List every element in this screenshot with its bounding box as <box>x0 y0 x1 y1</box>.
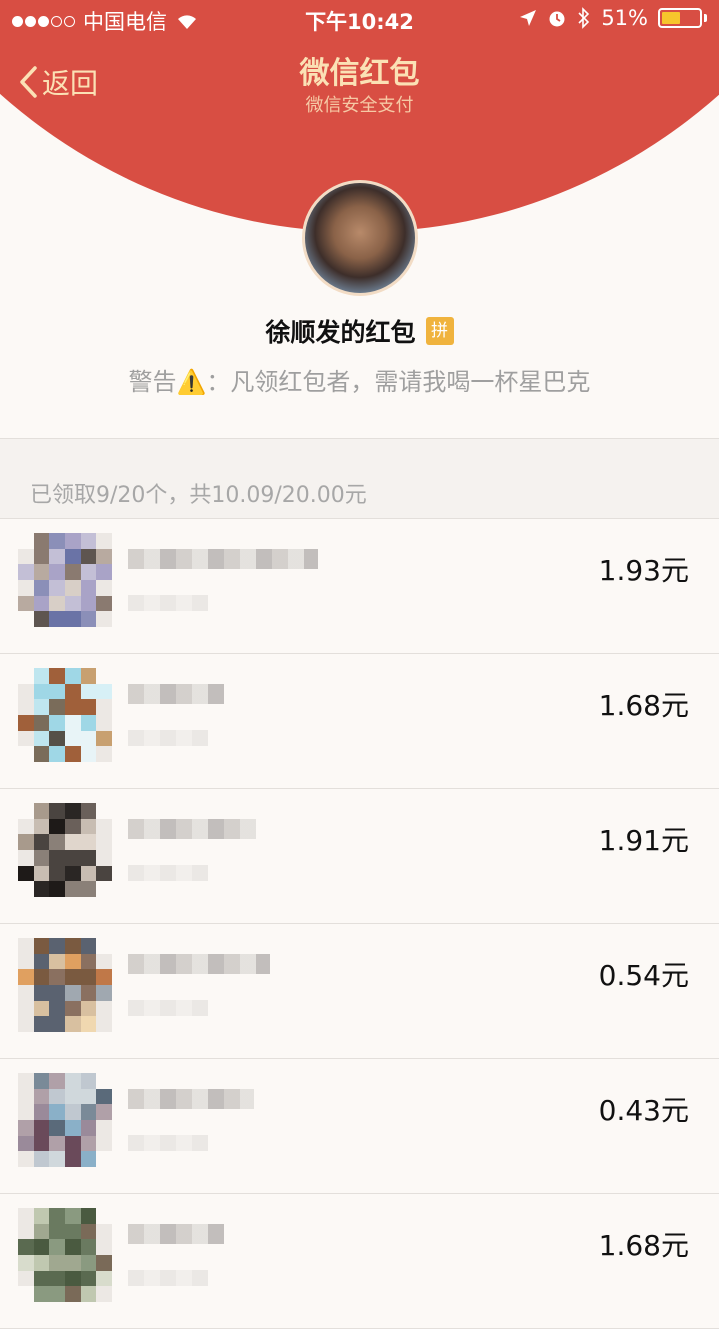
recipient-name-redacted <box>128 549 318 569</box>
recipient-avatar <box>18 1208 112 1302</box>
recipient-time-redacted <box>128 1270 208 1286</box>
battery-icon <box>658 8 702 28</box>
status-bar: 中国电信 下午10:42 51% <box>0 0 719 40</box>
alarm-icon <box>549 11 565 27</box>
claim-summary: 已领取9/20个，共10.09/20.00元 <box>30 483 367 508</box>
battery-percent: 51% <box>601 6 648 30</box>
sender-label: 徐顺发的红包 <box>265 318 416 347</box>
page-title: 微信红包 <box>299 56 420 91</box>
recipient-time-redacted <box>128 1000 208 1016</box>
recipient-avatar <box>18 938 112 1032</box>
recipient-name-redacted <box>128 1089 254 1109</box>
recipient-amount: 1.93元 <box>598 554 689 587</box>
battery-cap <box>704 14 707 22</box>
recipient-amount: 1.68元 <box>598 689 689 722</box>
recipient-name-redacted <box>128 819 256 839</box>
list-item[interactable]: 1.91元 <box>0 789 719 924</box>
group-badge: 拼 <box>425 317 454 345</box>
greeting-message: 警告⚠️：凡领红包者，需请我喝一杯星巴克 <box>128 368 591 396</box>
recipient-amount: 1.91元 <box>598 824 689 857</box>
recipient-time-redacted <box>128 595 208 611</box>
recipient-amount: 1.68元 <box>598 1229 689 1262</box>
recipient-name-redacted <box>128 1224 224 1244</box>
status-bar-right: 51% <box>519 6 707 30</box>
sender-title: 徐顺发的红包 拼 <box>0 313 719 349</box>
recipient-time-redacted <box>128 1135 208 1151</box>
list-item[interactable]: 1.68元 <box>0 654 719 789</box>
bluetooth-icon <box>578 7 590 29</box>
recipient-list: 1.93元 1.68元 1.91元 0.54元 0.43元 1.68元 <box>0 518 719 1329</box>
recipient-amount: 0.43元 <box>598 1094 689 1127</box>
list-item[interactable]: 1.93元 <box>0 519 719 654</box>
sender-avatar[interactable] <box>302 180 418 296</box>
recipient-amount: 0.54元 <box>598 959 689 992</box>
list-item[interactable]: 0.43元 <box>0 1059 719 1194</box>
list-item[interactable]: 0.54元 <box>0 924 719 1059</box>
recipient-time-redacted <box>128 730 208 746</box>
recipient-avatar <box>18 1073 112 1167</box>
location-arrow-icon <box>520 10 537 26</box>
list-item[interactable]: 1.68元 <box>0 1194 719 1329</box>
recipient-time-redacted <box>128 865 208 881</box>
recipient-avatar <box>18 803 112 897</box>
recipient-name-redacted <box>128 954 270 974</box>
recipient-avatar <box>18 668 112 762</box>
recipient-avatar <box>18 533 112 627</box>
page-subtitle: 微信安全支付 <box>305 95 414 116</box>
recipient-name-redacted <box>128 684 224 704</box>
